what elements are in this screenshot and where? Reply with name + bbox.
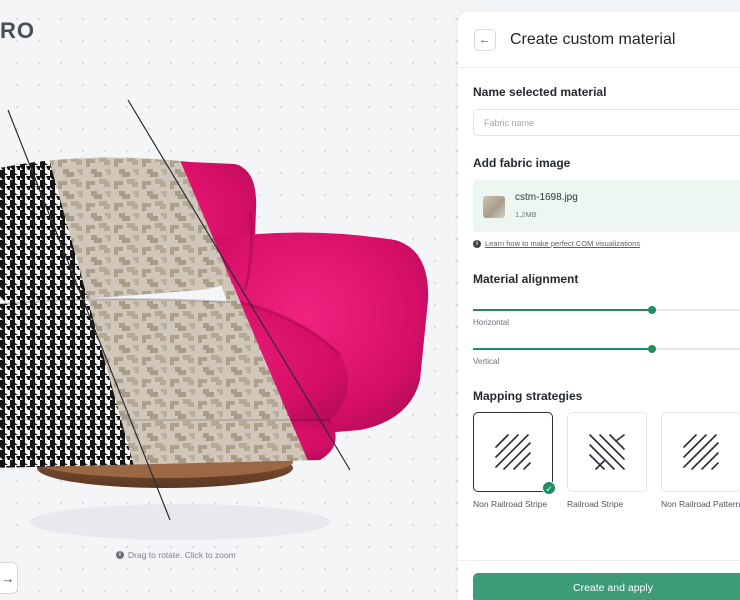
strategy-tile[interactable] — [567, 412, 647, 492]
viewer-hint: i Drag to rotate. Click to zoom — [116, 550, 236, 560]
alignment-section-label: Material alignment — [473, 272, 579, 286]
fabric-name-input[interactable] — [473, 109, 740, 136]
create-and-apply-button[interactable]: Create and apply — [473, 573, 740, 600]
strategy-non-railroad-pattern[interactable]: Non Railroad Pattern — [661, 412, 740, 510]
strategy-label: Non Railroad Stripe — [473, 499, 548, 509]
panel-title: Create custom material — [510, 30, 676, 48]
strategy-tile[interactable] — [661, 412, 740, 492]
panel-header: ← Create custom material — [458, 12, 740, 68]
vertical-slider[interactable] — [473, 343, 740, 355]
brand-logo: RO — [0, 18, 35, 43]
file-size: 1,2MB — [515, 210, 537, 219]
slider-fill — [473, 348, 652, 350]
selected-check-icon: ✓ — [542, 481, 556, 495]
diagonal-stripes-icon — [495, 434, 531, 470]
strategy-tile[interactable]: ✓ — [473, 412, 556, 495]
slider-thumb[interactable] — [647, 306, 656, 314]
info-icon: i — [473, 239, 481, 248]
viewer-hint-text: Drag to rotate. Click to zoom — [128, 550, 236, 560]
vertical-label: Vertical — [473, 357, 500, 366]
panel-footer: Create and apply — [458, 560, 740, 600]
slider-thumb[interactable] — [647, 345, 656, 353]
armchair-render[interactable] — [0, 90, 458, 560]
image-section-label: Add fabric image — [473, 156, 571, 170]
strategy-non-railroad-stripe[interactable]: ✓ Non Railroad Stripe — [473, 412, 556, 510]
next-view-button[interactable]: → — [0, 562, 18, 594]
arrow-right-icon: → — [1, 570, 15, 586]
horizontal-slider[interactable] — [473, 304, 740, 316]
fabric-thumbnail — [483, 196, 505, 218]
arrow-left-icon: ← — [479, 33, 491, 46]
strategy-label: Railroad Stripe — [567, 499, 624, 509]
mapping-section-label: Mapping strategies — [473, 389, 583, 403]
file-name: cstm-1698.jpg — [515, 192, 578, 203]
name-section-label: Name selected material — [473, 85, 607, 99]
strategy-railroad-stripe[interactable]: Railroad Stripe — [567, 412, 647, 510]
help-link-text: Learn how to make perfect COM visualizat… — [485, 239, 641, 248]
diagonal-stripes-icon — [683, 434, 719, 470]
custom-material-panel: ← Create custom material Name selected m… — [458, 12, 740, 600]
horizontal-label: Horizontal — [473, 318, 510, 327]
slider-fill — [473, 309, 652, 311]
info-icon: i — [116, 551, 124, 559]
help-link[interactable]: i Learn how to make perfect COM visualiz… — [473, 239, 640, 248]
back-button[interactable]: ← — [474, 28, 496, 51]
cross-stripes-icon — [589, 434, 625, 470]
strategy-label: Non Railroad Pattern — [661, 499, 740, 509]
uploaded-file-card[interactable]: cstm-1698.jpg 1,2MB — [473, 180, 740, 232]
product-viewer[interactable]: RO i Drag to rotate. Click to zoom → — [0, 0, 458, 600]
